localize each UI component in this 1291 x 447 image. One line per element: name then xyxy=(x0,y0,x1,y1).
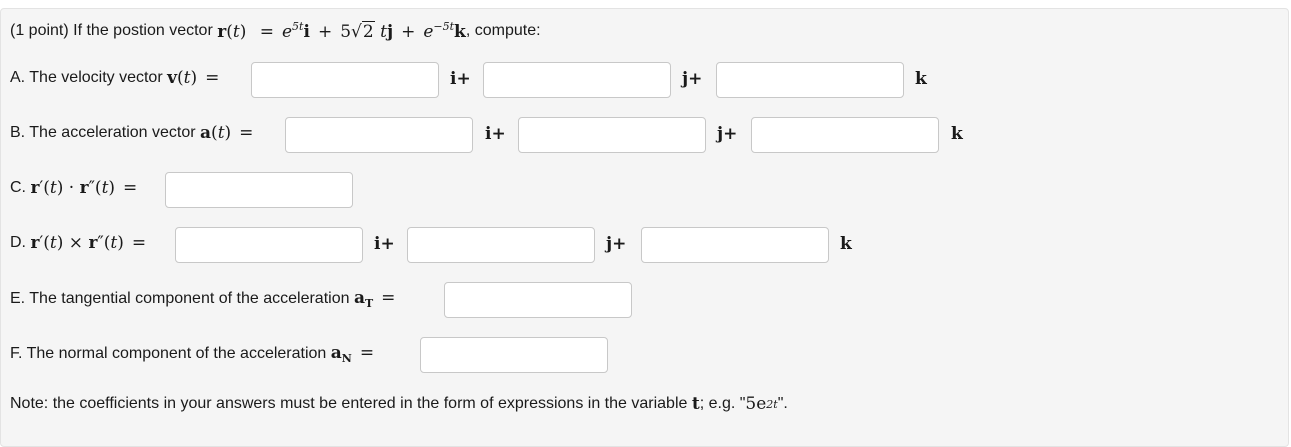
unit-j: j+ xyxy=(717,124,738,144)
unit-k: k xyxy=(951,124,963,144)
part-a-label: A. The velocity vector v(t) = xyxy=(10,68,220,88)
problem-statement: (1 point) If the postion vector r(t) = e5… xyxy=(10,20,541,42)
dot-product-input[interactable] xyxy=(165,172,353,208)
unit-i: i+ xyxy=(485,124,506,144)
part-e-label: E. The tangential component of the accel… xyxy=(10,288,396,310)
note: Note: the coefficients in your answers m… xyxy=(10,394,788,414)
unit-k: k xyxy=(915,69,927,89)
acceleration-j-input[interactable] xyxy=(518,117,706,153)
problem-tail: , compute: xyxy=(465,22,541,39)
velocity-k-input[interactable] xyxy=(716,62,904,98)
part-b-label: B. The acceleration vector a(t) = xyxy=(10,123,254,143)
part-d-label: D. r′(t) × r″(t) = xyxy=(10,233,147,253)
unit-i: i+ xyxy=(450,69,471,89)
cross-j-input[interactable] xyxy=(407,227,595,263)
unit-j: j+ xyxy=(606,234,627,254)
part-f-label: F. The normal component of the accelerat… xyxy=(10,343,375,365)
normal-input[interactable] xyxy=(420,337,608,373)
tangential-input[interactable] xyxy=(444,282,632,318)
unit-k: k xyxy=(840,234,852,254)
acceleration-i-input[interactable] xyxy=(285,117,473,153)
cross-k-input[interactable] xyxy=(641,227,829,263)
unit-j: j+ xyxy=(682,69,703,89)
velocity-i-input[interactable] xyxy=(251,62,439,98)
part-c-label: C. r′(t) · r″(t) = xyxy=(10,178,138,198)
unit-i: i+ xyxy=(374,234,395,254)
acceleration-k-input[interactable] xyxy=(751,117,939,153)
velocity-j-input[interactable] xyxy=(483,62,671,98)
cross-i-input[interactable] xyxy=(175,227,363,263)
problem-intro: (1 point) If the postion vector xyxy=(10,22,213,39)
